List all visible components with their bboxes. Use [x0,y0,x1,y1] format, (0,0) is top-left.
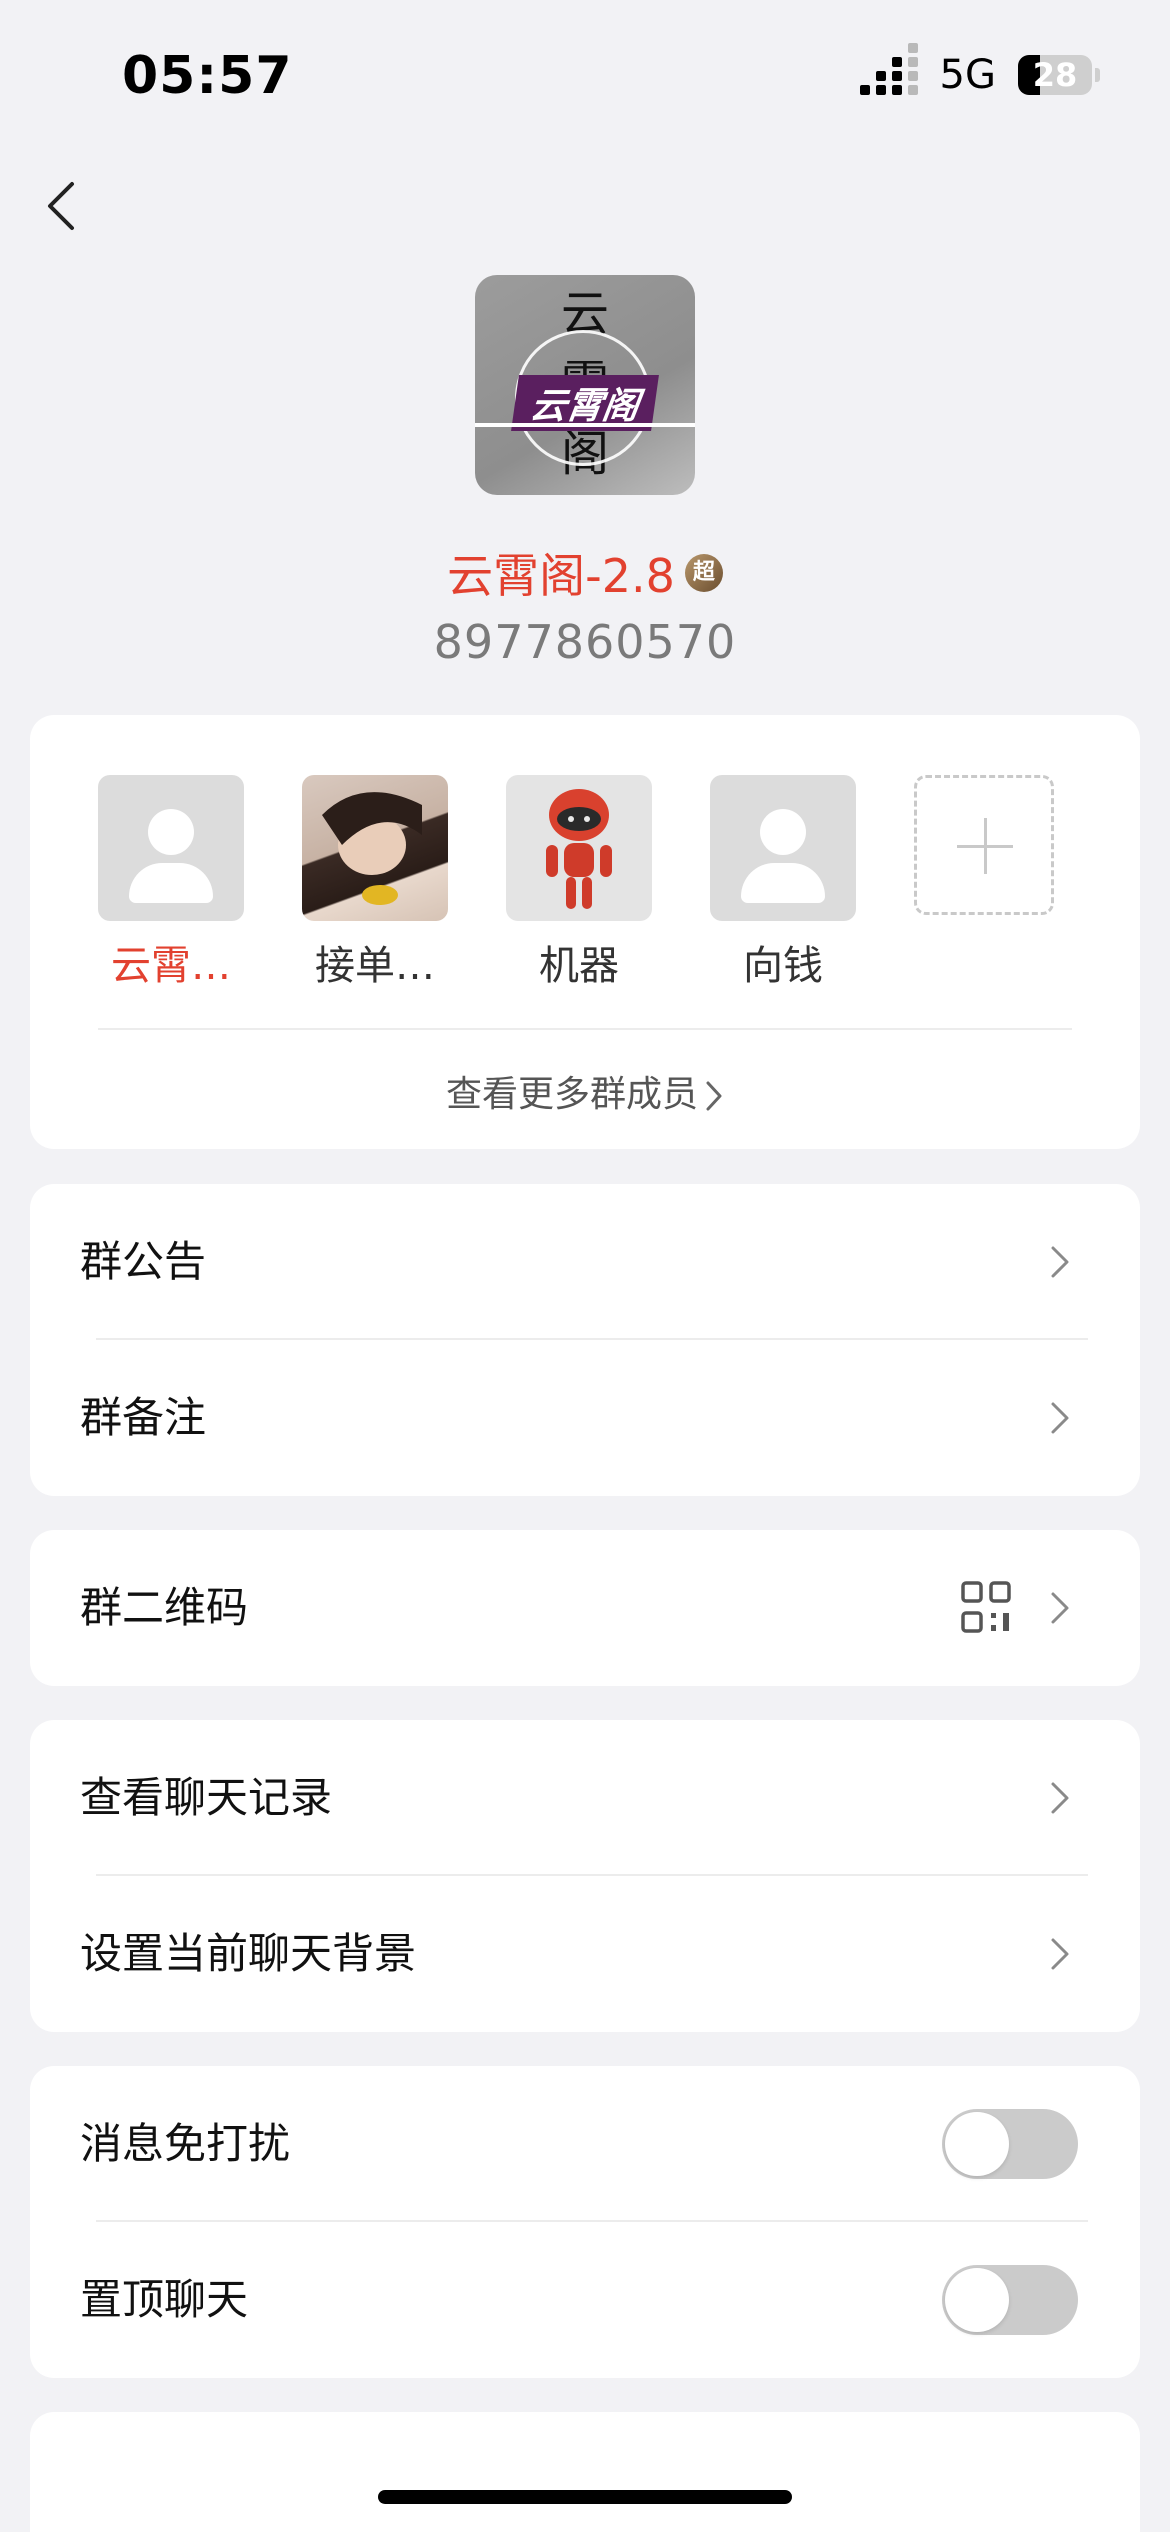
do-not-disturb-row: 消息免打扰 [30,2066,1140,2222]
chat-card: 查看聊天记录 设置当前聊天背景 [30,1720,1140,2032]
member-name: 云霄… [111,943,231,989]
group-info-card: 群公告 群备注 [30,1184,1140,1496]
chevron-right-icon [706,1081,722,1111]
chevron-right-icon [1051,1246,1069,1278]
row-label: 群二维码 [80,1583,249,1632]
member-item[interactable]: 向钱 [710,775,856,991]
settings-card: 消息免打扰 置顶聊天 [30,2066,1140,2378]
default-avatar-icon [98,775,244,921]
avatar-stripe [475,423,695,427]
group-avatar[interactable]: 云 霄 阁 云霄阁 [475,275,695,495]
member-item[interactable]: 机器 [506,775,652,991]
super-badge: 超 [684,554,723,592]
pin-chat-toggle[interactable] [942,2265,1078,2335]
add-member-button[interactable] [914,775,1054,915]
row-label: 群公告 [80,1237,207,1286]
status-time: 05:57 [122,46,293,106]
member-item[interactable]: 接单… [302,775,448,991]
qr-code-icon [961,1581,1011,1633]
group-announcement-row[interactable]: 群公告 [30,1184,1140,1340]
member-name: 接单… [315,943,435,989]
battery-level: 28 [1032,56,1078,94]
group-name: 云霄阁-2.8 [447,549,675,603]
network-type: 5G [939,52,996,98]
member-item[interactable]: 云霄… [98,775,244,991]
row-label: 消息免打扰 [80,2119,291,2168]
default-avatar-icon [710,775,856,921]
more-members-link[interactable]: 查看更多群成员 [30,1065,1140,1117]
chevron-right-icon [1051,1782,1069,1814]
group-name-row: 云霄阁-2.8 超 [0,540,1170,606]
robot-avatar-icon [506,775,652,921]
home-indicator [378,2490,792,2504]
divider [98,1028,1072,1030]
member-name: 机器 [539,943,619,989]
signal-icon [859,43,918,95]
row-label: 置顶聊天 [80,2275,249,2324]
status-indicators: 5G 28 [859,43,1100,98]
back-icon[interactable] [40,176,84,236]
battery-icon: 28 [1018,55,1100,95]
qr-card: 群二维码 [30,1530,1140,1686]
more-members-label: 查看更多群成员 [445,1074,698,1115]
next-card [30,2412,1140,2532]
group-remark-row[interactable]: 群备注 [30,1340,1140,1496]
chat-history-row[interactable]: 查看聊天记录 [30,1720,1140,1876]
group-id: 8977860570 [433,615,737,669]
pin-chat-row: 置顶聊天 [30,2222,1140,2378]
group-qr-row[interactable]: 群二维码 [30,1530,1140,1686]
row-label: 设置当前聊天背景 [80,1929,417,1978]
chevron-right-icon [1051,1592,1069,1624]
chevron-right-icon [1051,1402,1069,1434]
chat-background-row[interactable]: 设置当前聊天背景 [30,1876,1140,2032]
member-photo-avatar [302,775,448,921]
row-label: 群备注 [80,1393,207,1442]
member-name: 向钱 [743,943,823,989]
members-card: 云霄… 接单… 机器 向钱 查看更多群成员 [30,715,1140,1149]
do-not-disturb-toggle[interactable] [942,2109,1078,2179]
chevron-right-icon [1051,1938,1069,1970]
row-label: 查看聊天记录 [80,1773,333,1822]
